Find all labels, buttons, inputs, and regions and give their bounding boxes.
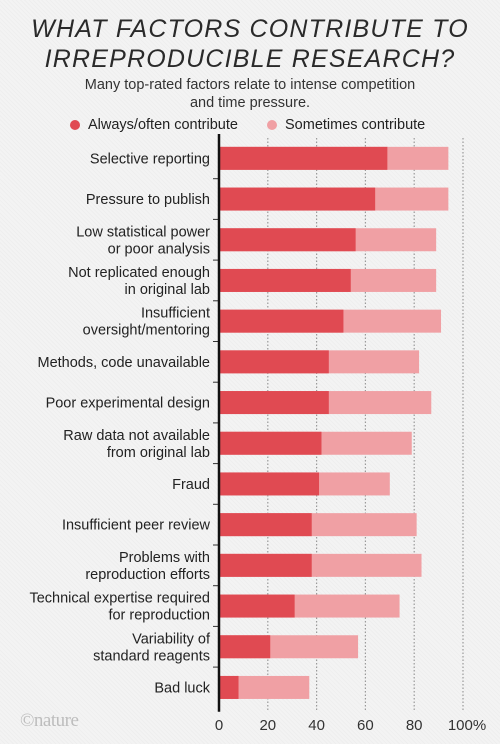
category-label: Problems with — [119, 550, 210, 566]
category-label: Raw data not available — [63, 428, 210, 444]
x-tick-label: 60 — [357, 717, 374, 734]
category-label: Bad luck — [154, 680, 210, 696]
category-label: Methods, code unavailable — [37, 355, 210, 371]
bar-chart: Selective reporting Pressure to publish Lo… — [29, 134, 486, 734]
bar-always-often — [219, 513, 312, 537]
category-label: Selective reporting — [90, 151, 210, 167]
category-label: reproduction efforts — [85, 567, 210, 583]
category-label: Low statistical power — [76, 224, 210, 240]
category-label: standard reagents — [93, 648, 210, 664]
category-label: Insufficient peer review — [62, 518, 211, 534]
bar-always-often — [219, 675, 239, 699]
bar-always-often — [219, 350, 329, 374]
category-label: Variability of — [132, 631, 211, 647]
bar-always-often — [219, 635, 271, 659]
x-tick-label: 0 — [215, 717, 223, 734]
x-tick-label: 80 — [406, 717, 423, 734]
bar-always-often — [219, 309, 344, 333]
category-label: Technical expertise required — [29, 591, 210, 607]
bar-always-often — [219, 228, 356, 252]
category-label: or poor analysis — [108, 241, 210, 257]
category-label: Poor experimental design — [46, 396, 210, 412]
bar-always-often — [219, 187, 376, 211]
bar-always-often — [219, 472, 320, 496]
category-label: Not replicated enough — [68, 265, 210, 281]
nature-logo: ©nature — [20, 710, 79, 731]
x-tick-label: 20 — [259, 717, 276, 734]
bar-always-often — [219, 553, 312, 577]
category-label: Insufficient — [141, 306, 210, 322]
bar-always-often — [219, 146, 388, 170]
category-label: for reproduction — [108, 608, 210, 624]
category-label: oversight/mentoring — [83, 323, 210, 339]
category-label: Pressure to publish — [86, 192, 210, 208]
bar-always-often — [219, 431, 322, 455]
category-label: in original lab — [125, 282, 210, 298]
category-label: from original lab — [107, 445, 210, 461]
bar-always-often — [219, 391, 329, 415]
category-label: Fraud — [172, 477, 210, 493]
x-tick-label: 40 — [308, 717, 325, 734]
bar-always-often — [219, 268, 351, 292]
bar-always-often — [219, 594, 295, 618]
x-tick-label: 100% — [448, 717, 486, 734]
